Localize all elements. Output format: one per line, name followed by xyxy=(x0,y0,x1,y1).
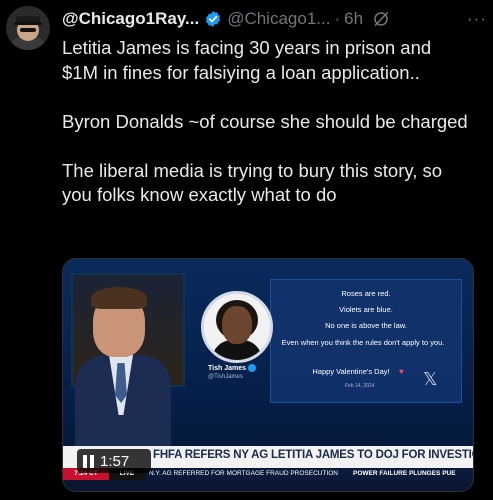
portrait-face xyxy=(222,306,252,344)
avatar[interactable] xyxy=(6,6,50,50)
video-player[interactable]: Tish James @TishJames Roses are red. Vio… xyxy=(62,258,474,492)
inset-handle: @TishJames xyxy=(208,374,243,380)
tweet-paragraph: Letitia James is facing 30 years in pris… xyxy=(62,37,432,83)
separator-dot: · xyxy=(334,9,341,28)
display-name[interactable]: @Chicago1Ray... xyxy=(62,9,199,29)
inset-line: Violets are blue. xyxy=(339,305,393,314)
pause-icon[interactable] xyxy=(83,454,95,468)
tweet-header: @Chicago1Ray... @Chicago1... · 6h ··· xyxy=(62,8,487,30)
timestamp[interactable]: 6h xyxy=(344,9,363,29)
verified-badge-icon xyxy=(206,11,221,27)
inset-portrait xyxy=(201,291,273,363)
avatar-image xyxy=(6,6,50,50)
inset-date: Feb 14, 2024 xyxy=(345,383,375,389)
inset-line: No one is above the law. xyxy=(325,321,407,330)
video-controls[interactable]: 1:57 xyxy=(77,449,151,473)
inset-line: Happy Valentine's Day! xyxy=(312,367,390,376)
video-duration: 1:57 xyxy=(100,452,130,470)
x-logo-icon: 𝕏 xyxy=(423,369,438,390)
more-icon[interactable]: ··· xyxy=(467,9,487,29)
bottom-strip xyxy=(63,480,473,491)
ticker-right: POWER FAILURE PLUNGES PUE xyxy=(353,470,456,477)
grok-icon[interactable] xyxy=(372,10,390,28)
tweet-text: Letitia James is facing 30 years in pris… xyxy=(62,36,469,232)
inset-line: Roses are red. xyxy=(341,289,391,298)
inset-name: Tish James xyxy=(208,365,247,372)
tweet-paragraph: Byron Donalds ~of course she should be c… xyxy=(62,110,468,132)
headline: FHFA REFERS NY AG LETITIA JAMES TO DOJ F… xyxy=(153,449,473,461)
anchor-hair xyxy=(91,287,147,309)
handle[interactable]: @Chicago1... xyxy=(227,9,330,29)
inset-verified-icon xyxy=(248,364,256,372)
ticker-text: N.Y. AG REFERRED FOR MORTGAGE FRAUD PROS… xyxy=(149,470,339,477)
tweet-paragraph: The liberal media is trying to bury this… xyxy=(62,159,443,206)
heart-icon: ♥ xyxy=(399,367,404,376)
inset-line: Even when you think the rules don't appl… xyxy=(281,338,445,347)
